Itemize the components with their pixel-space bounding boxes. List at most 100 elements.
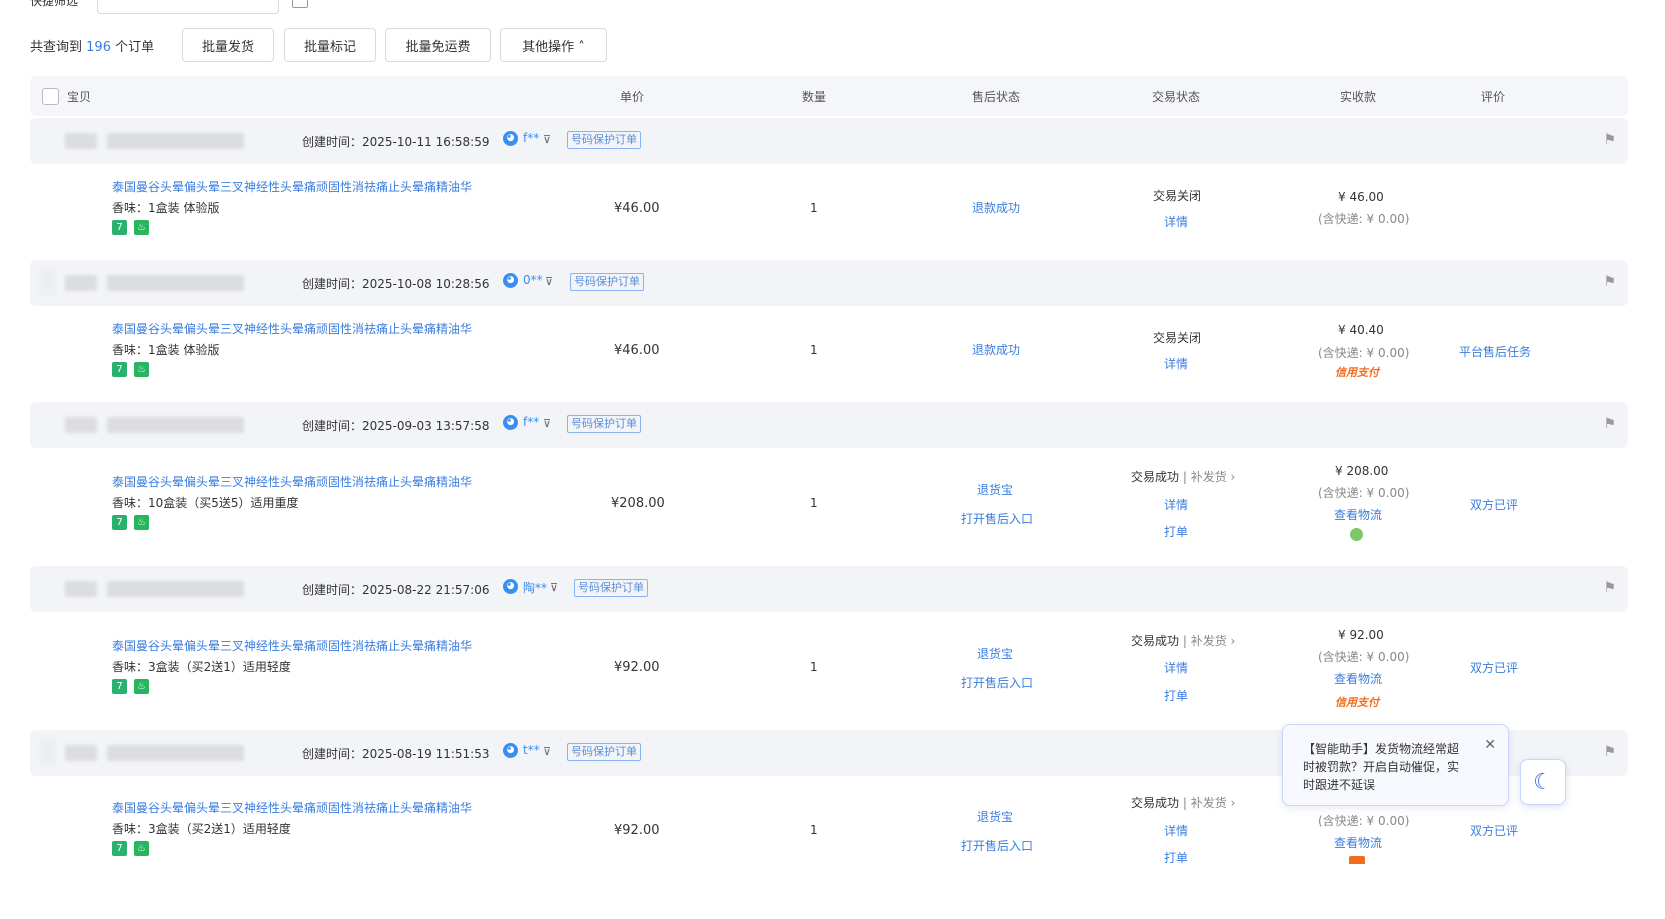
batch-ship-button[interactable]: 批量发货 (182, 28, 274, 62)
open-aftersale-link[interactable]: 打开售后入口 (961, 837, 1033, 854)
details-link[interactable]: 详情 (1164, 822, 1188, 839)
col-received: 实收款 (1340, 90, 1377, 104)
details-link[interactable]: 详情 (1164, 496, 1188, 513)
flag-icon[interactable]: ⚑ (1603, 132, 1616, 148)
product-badges: 7 ♨ (112, 220, 149, 235)
shipping-included: (含快递: ¥ 0.00) (1318, 814, 1410, 828)
aftersale-status[interactable]: 退款成功 (972, 341, 1020, 358)
order-header: 创建时间：2025-10-11 16:58:59 ◕ f** ⊽ 号码保护订单 … (30, 118, 1628, 164)
create-time: 创建时间：2025-08-19 11:51:53 (302, 747, 490, 761)
received-amount: ¥ 46.00 (1338, 190, 1384, 204)
received-amount: ¥ 40.40 (1338, 323, 1384, 337)
order-header: 创建时间：2025-10-08 10:28:56 ◕ 0** ⊽ 号码保护订单 … (30, 260, 1628, 306)
both-reviewed-link[interactable]: 双方已评 (1470, 659, 1518, 676)
platform-aftersale-task-link[interactable]: 平台售后任务 (1459, 343, 1531, 360)
col-aftersale: 售后状态 (972, 90, 1021, 104)
reship-link[interactable]: 补发货 (1191, 470, 1227, 484)
filter-checkbox[interactable] (292, 0, 308, 8)
trade-status: 交易关闭 (1153, 189, 1202, 203)
shipping-included: (含快递: ¥ 0.00) (1318, 486, 1410, 500)
batch-mark-button[interactable]: 批量标记 (284, 28, 376, 62)
details-link[interactable]: 详情 (1164, 355, 1188, 372)
quantity: 1 (810, 823, 818, 837)
flag-icon[interactable]: ⚑ (1603, 274, 1616, 290)
other-ops-button[interactable]: 其他操作 ˄ (500, 28, 607, 62)
unit-price: ¥208.00 (611, 496, 665, 511)
credit-pay-badge-partial (1349, 856, 1365, 864)
filter-field[interactable] (97, 0, 279, 14)
buyer-name[interactable]: t** (523, 743, 540, 757)
table-header: 宝贝 单价 数量 售后状态 交易状态 实收款 评价 (30, 76, 1628, 116)
create-time: 创建时间：2025-08-22 21:57:06 (302, 583, 490, 597)
buyer-name[interactable]: 0** (523, 273, 543, 287)
order-header: 创建时间：2025-09-03 13:57:58 ◕ f** ⊽ 号码保护订单 … (30, 402, 1628, 448)
number-protection-tag: 号码保护订单 (574, 579, 648, 597)
batch-free-shipping-button[interactable]: 批量免运费 (385, 28, 491, 62)
assistant-moon-icon[interactable]: ☾ (1520, 759, 1566, 805)
quantity: 1 (810, 201, 818, 215)
buyer-name[interactable]: 陶** (523, 579, 547, 596)
buyer-chat-icon[interactable]: ◕ (503, 415, 518, 430)
details-link[interactable]: 详情 (1164, 659, 1188, 676)
filter-icon[interactable]: ⊽ (550, 581, 558, 594)
buyer-chat-icon[interactable]: ◕ (503, 131, 518, 146)
refund-treasure-link[interactable]: 退货宝 (977, 645, 1013, 662)
product-title[interactable]: 泰国曼谷头晕偏头晕三叉神经性头晕痛顽固性消祛痛止头晕痛精油华 (112, 320, 472, 337)
create-time: 创建时间：2025-10-08 10:28:56 (302, 277, 490, 291)
create-time: 创建时间：2025-09-03 13:57:58 (302, 419, 490, 433)
col-trade: 交易状态 (1152, 90, 1201, 104)
assistant-message: 【智能助手】发货物流经常超时被罚款？开启自动催促，实时跟进不延误 (1303, 742, 1460, 792)
aftersale-status[interactable]: 退款成功 (972, 199, 1020, 216)
buyer-chat-icon[interactable]: ◕ (503, 273, 518, 288)
select-all-checkbox[interactable] (42, 88, 59, 105)
unit-price: ¥92.00 (614, 660, 660, 675)
product-title[interactable]: 泰国曼谷头晕偏头晕三叉神经性头晕痛顽固性消祛痛止头晕痛精油华 (112, 799, 472, 816)
buyer-chat-icon[interactable]: ◕ (503, 743, 518, 758)
filter-icon[interactable]: ⊽ (545, 275, 553, 288)
trade-status: 交易关闭 (1153, 331, 1202, 345)
flag-icon[interactable]: ⚑ (1603, 580, 1616, 596)
product-title[interactable]: 泰国曼谷头晕偏头晕三叉神经性头晕痛顽固性消祛痛止头晕痛精油华 (112, 473, 472, 490)
reship-link[interactable]: 补发货 (1191, 634, 1227, 648)
print-link[interactable]: 打单 (1164, 523, 1188, 540)
filter-icon[interactable]: ⊽ (543, 745, 551, 758)
product-title[interactable]: 泰国曼谷头晕偏头晕三叉神经性头晕痛顽固性消祛痛止头晕痛精油华 (112, 637, 472, 654)
filter-icon[interactable]: ⊽ (543, 417, 551, 430)
buyer-name[interactable]: f** (523, 415, 539, 429)
order-id-blurred (107, 417, 244, 433)
filter-icon[interactable]: ⊽ (543, 133, 551, 146)
print-link[interactable]: 打单 (1164, 687, 1188, 704)
open-aftersale-link[interactable]: 打开售后入口 (961, 674, 1033, 691)
reship-link[interactable]: 补发货 (1191, 796, 1227, 810)
seven-day-return-icon: 7 (112, 841, 127, 856)
close-icon[interactable]: ✕ (1484, 737, 1496, 753)
unit-price: ¥46.00 (614, 343, 660, 358)
refund-treasure-link[interactable]: 退货宝 (977, 808, 1013, 825)
seven-day-return-icon: 7 (112, 362, 127, 377)
details-link[interactable]: 详情 (1164, 213, 1188, 230)
quantity: 1 (810, 660, 818, 674)
view-logistics-link[interactable]: 查看物流 (1334, 670, 1382, 687)
order-header: 创建时间：2025-08-22 21:57:06 ◕ 陶** ⊽ 号码保护订单 … (30, 566, 1628, 612)
seven-day-return-icon: 7 (112, 679, 127, 694)
shipping-included: (含快递: ¥ 0.00) (1318, 212, 1410, 226)
number-protection-tag: 号码保护订单 (567, 743, 641, 761)
print-link[interactable]: 打单 (1164, 849, 1188, 866)
buyer-name[interactable]: f** (523, 131, 539, 145)
both-reviewed-link[interactable]: 双方已评 (1470, 496, 1518, 513)
credit-pay-badge: 信用支付 (1335, 366, 1379, 379)
view-logistics-link[interactable]: 查看物流 (1334, 834, 1382, 851)
seven-day-return-icon: 7 (112, 220, 127, 235)
refund-treasure-link[interactable]: 退货宝 (977, 481, 1013, 498)
open-aftersale-link[interactable]: 打开售后入口 (961, 510, 1033, 527)
order-id-blurred (65, 581, 97, 597)
both-reviewed-link[interactable]: 双方已评 (1470, 822, 1518, 839)
product-badges: 7 ♨ (112, 841, 149, 856)
flag-icon[interactable]: ⚑ (1603, 416, 1616, 432)
flag-icon[interactable]: ⚑ (1603, 744, 1616, 760)
view-logistics-link[interactable]: 查看物流 (1334, 506, 1382, 523)
order-id-blurred (65, 417, 97, 433)
buyer-chat-icon[interactable]: ◕ (503, 579, 518, 594)
smart-assistant-popup[interactable]: 【智能助手】发货物流经常超时被罚款？开启自动催促，实时跟进不延误 ✕ (1282, 724, 1509, 806)
product-title[interactable]: 泰国曼谷头晕偏头晕三叉神经性头晕痛顽固性消祛痛止头晕痛精油华 (112, 178, 472, 195)
